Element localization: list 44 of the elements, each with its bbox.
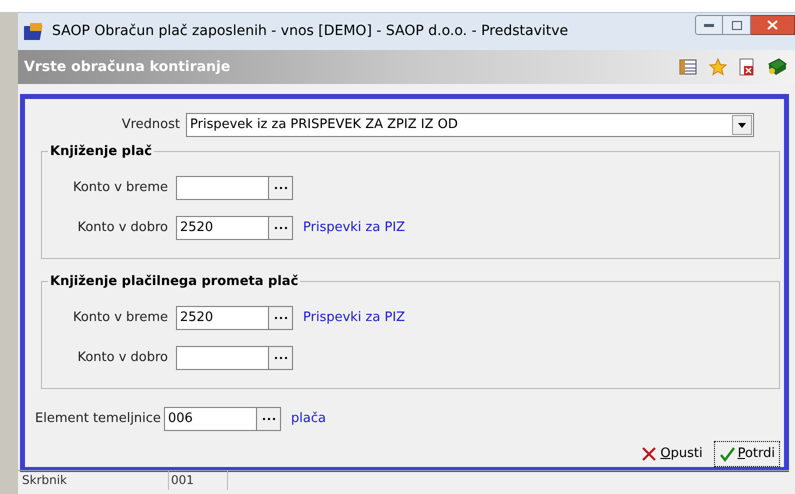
ellipsis-icon: [274, 186, 286, 190]
field-label: Konto v dobro: [76, 349, 169, 368]
maximize-button[interactable]: [723, 15, 751, 35]
star-icon[interactable]: [709, 58, 727, 76]
field-label: Konto v breme: [72, 179, 169, 198]
close-icon: [641, 446, 658, 462]
field-label: Konto v dobro: [76, 219, 169, 238]
form-title: Vrste obračuna kontiranje: [24, 58, 230, 76]
close-button[interactable]: [751, 15, 795, 35]
browse-button[interactable]: [268, 176, 293, 200]
close-icon: [767, 20, 778, 30]
table-icon[interactable]: [679, 59, 697, 75]
ellipsis-icon: [274, 316, 286, 320]
input-field[interactable]: 006: [164, 407, 256, 431]
ellipsis-icon: [274, 356, 286, 360]
window-title: SAOP Obračun plač zaposlenih - vnos [DEMO] - SAOP d.o.o. - Predstavitve: [52, 22, 568, 41]
minimize-icon: [704, 24, 714, 26]
status-value: 001: [168, 471, 228, 490]
dropdown-field[interactable]: Prispevek iz za PRISPEVEK ZA ZPIZ IZ OD: [186, 113, 754, 137]
book-icon[interactable]: [767, 58, 787, 76]
field-label: Vrednost: [120, 116, 181, 134]
input-field[interactable]: 2520: [176, 216, 268, 240]
browse-button[interactable]: [268, 306, 293, 330]
ellipsis-icon: [262, 417, 274, 421]
input-field[interactable]: 2520: [176, 306, 268, 330]
dropdown-value: Prispevek iz za PRISPEVEK ZA ZPIZ IZ OD: [190, 116, 459, 134]
input-field[interactable]: [176, 346, 268, 370]
browse-button[interactable]: [268, 346, 293, 370]
status-label: Skrbnik: [21, 472, 68, 489]
maximize-icon: [732, 20, 742, 30]
document-delete-icon[interactable]: [739, 58, 755, 76]
minimize-button[interactable]: [695, 15, 723, 35]
link-text: plača: [291, 410, 326, 428]
input-field[interactable]: [176, 176, 268, 200]
browse-button[interactable]: [256, 407, 281, 431]
field-label: Konto v breme: [72, 309, 169, 328]
cancel-button[interactable]: Opusti: [636, 441, 708, 467]
link-text: Prispevki za PIZ: [303, 309, 406, 328]
browse-button[interactable]: [268, 216, 293, 240]
field-label: Element temeljnice: [35, 410, 162, 428]
link-text: Prispevki za PIZ: [303, 219, 406, 238]
ellipsis-icon: [274, 226, 286, 230]
confirm-button[interactable]: Potrdi: [714, 441, 780, 467]
checkmark-icon: [718, 446, 735, 462]
